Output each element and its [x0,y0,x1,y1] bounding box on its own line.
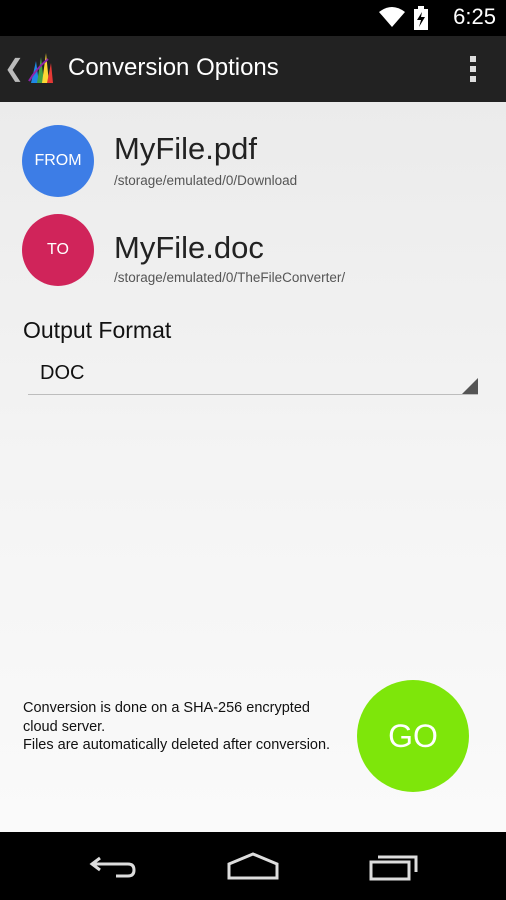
go-button[interactable]: GO [357,680,469,792]
wifi-icon [378,6,406,33]
page-title: Conversion Options [68,54,279,81]
status-bar: 6:25 [0,0,506,36]
overflow-menu-icon[interactable] [468,54,478,89]
to-badge: TO [22,214,94,286]
back-chevron-icon[interactable]: ❮ [4,54,24,83]
source-file-path: /storage/emulated/0/Download [114,173,298,188]
output-format-value: DOC [40,362,85,384]
app-logo-icon[interactable] [28,51,54,90]
source-file-row[interactable]: FROM MyFile.pdf /storage/emulated/0/Down… [22,125,482,197]
recent-apps-icon[interactable] [368,850,420,887]
home-icon[interactable] [226,850,280,887]
info-line-encryption: Conversion is done on a SHA-256 encrypte… [23,700,310,735]
info-text: Conversion is done on a SHA-256 encrypte… [23,699,343,755]
target-file-row[interactable]: TO MyFile.doc /storage/emulated/0/TheFil… [22,214,482,286]
dropdown-corner-icon [462,378,478,394]
status-clock: 6:25 [453,4,496,29]
navigation-bar [0,832,506,900]
target-file-name: MyFile.doc [114,230,264,265]
action-bar: ❮ Conversion Options [0,36,506,102]
output-format-label: Output Format [23,317,172,343]
back-icon[interactable] [86,850,138,887]
battery-charging-icon [414,6,428,35]
from-badge: FROM [22,125,94,197]
target-file-path: /storage/emulated/0/TheFileConverter/ [114,270,346,285]
conversion-options-panel: FROM MyFile.pdf /storage/emulated/0/Down… [0,102,506,832]
info-line-deletion: Files are automatically deleted after co… [23,737,331,753]
output-format-dropdown[interactable]: DOC [28,357,478,395]
source-file-name: MyFile.pdf [114,131,257,166]
